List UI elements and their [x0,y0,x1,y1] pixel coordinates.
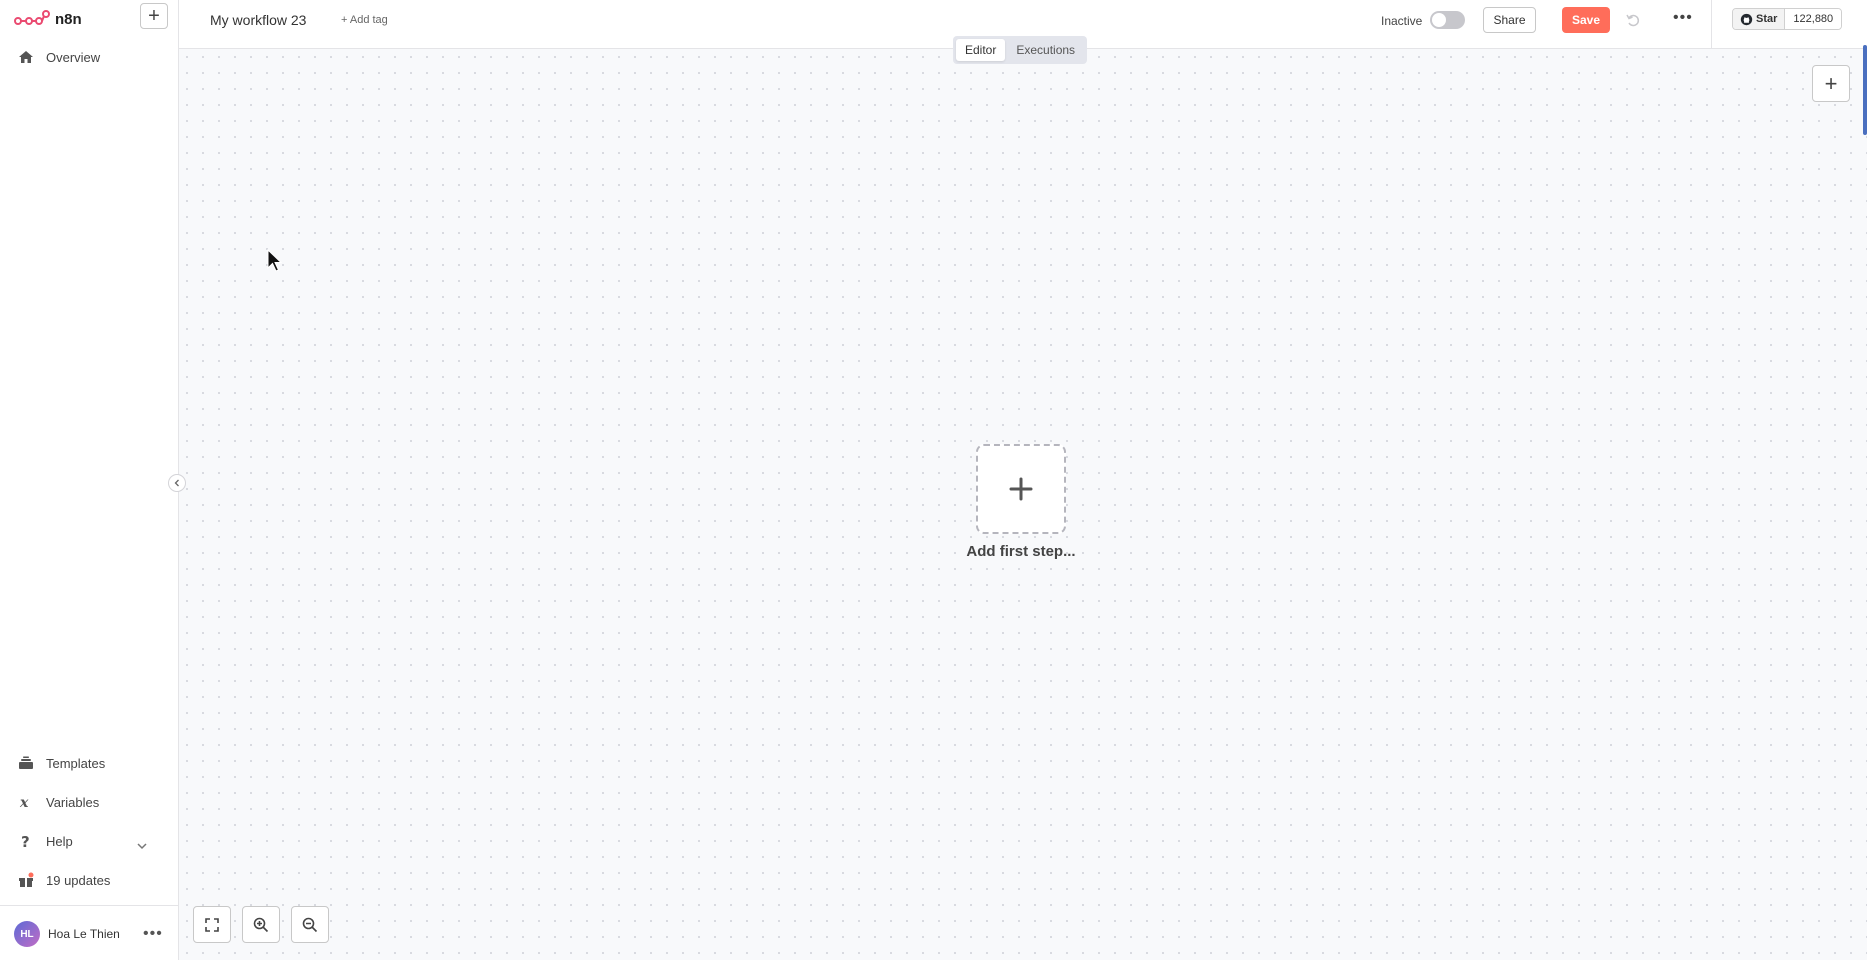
github-star-widget[interactable]: Star 122,880 [1732,8,1843,30]
sidebar-item-variables[interactable]: x Variables [18,792,99,812]
zoom-in-icon [253,917,269,932]
chevron-left-icon [174,479,179,487]
github-star-button[interactable]: Star [1733,9,1786,29]
save-button[interactable]: Save [1562,7,1610,33]
plus-icon [1009,477,1033,501]
svg-text:x: x [19,795,29,810]
github-star-count[interactable]: 122,880 [1785,9,1842,29]
tab-executions[interactable]: Executions [1007,39,1084,61]
sidebar-item-label: Templates [46,755,106,771]
mouse-cursor-icon [267,249,283,272]
active-toggle[interactable] [1430,11,1465,29]
toggle-knob [1432,13,1446,27]
logo-text: n8n [55,10,82,28]
zoom-in-button[interactable] [242,906,280,943]
active-status-label: Inactive [1381,14,1423,28]
gift-icon [19,872,34,887]
n8n-logo-icon [14,10,50,25]
n8n-logo[interactable]: n8n [14,8,82,30]
undo-icon[interactable] [1625,12,1641,28]
home-icon [19,51,33,63]
collapse-sidebar-button[interactable] [168,474,186,492]
sidebar-item-label: Help [46,833,73,849]
fit-view-icon [205,917,219,932]
github-star-label: Star [1756,13,1778,25]
user-more-button[interactable]: ••• [143,925,163,943]
svg-text:?: ? [21,833,30,849]
share-button[interactable]: Share [1483,7,1536,33]
help-icon: ? [21,833,30,849]
sidebar-item-help[interactable]: ? Help [18,831,73,851]
panel-edge-indicator [1863,45,1867,135]
sidebar-item-updates[interactable]: 19 updates [18,870,110,890]
workflow-more-button[interactable]: ••• [1673,9,1693,27]
sidebar-item-overview[interactable]: Overview [18,47,100,67]
sidebar-item-label: Overview [46,49,101,65]
sidebar-item-label: 19 updates [46,872,111,888]
user-footer: HL Hoa Le Thien ••• [0,905,179,960]
zoom-to-fit-button[interactable] [193,906,231,943]
templates-icon [19,756,33,769]
github-icon [1740,13,1753,25]
workflow-name[interactable]: My workflow 23 [210,12,306,28]
open-nodes-panel-button[interactable]: + [1812,65,1850,102]
user-name: Hoa Le Thien [48,927,120,941]
chevron-down-icon[interactable] [136,840,148,852]
create-button[interactable]: + [140,3,168,29]
avatar[interactable]: HL [14,921,40,947]
zoom-out-button[interactable] [291,906,329,943]
sidebar-item-templates[interactable]: Templates [18,753,105,773]
view-tabs: Editor Executions [953,36,1088,64]
add-tag-link[interactable]: + Add tag [341,14,388,26]
add-first-step-label: Add first step... [966,543,1076,560]
zoom-out-icon [302,917,318,932]
header-divider [1711,0,1712,49]
add-first-step-button[interactable] [976,444,1066,534]
tab-editor[interactable]: Editor [956,39,1006,61]
sidebar: n8n + Overview Templates x Variables ? H… [0,0,179,960]
sidebar-item-label: Variables [46,794,100,810]
variables-icon: x [19,795,29,810]
